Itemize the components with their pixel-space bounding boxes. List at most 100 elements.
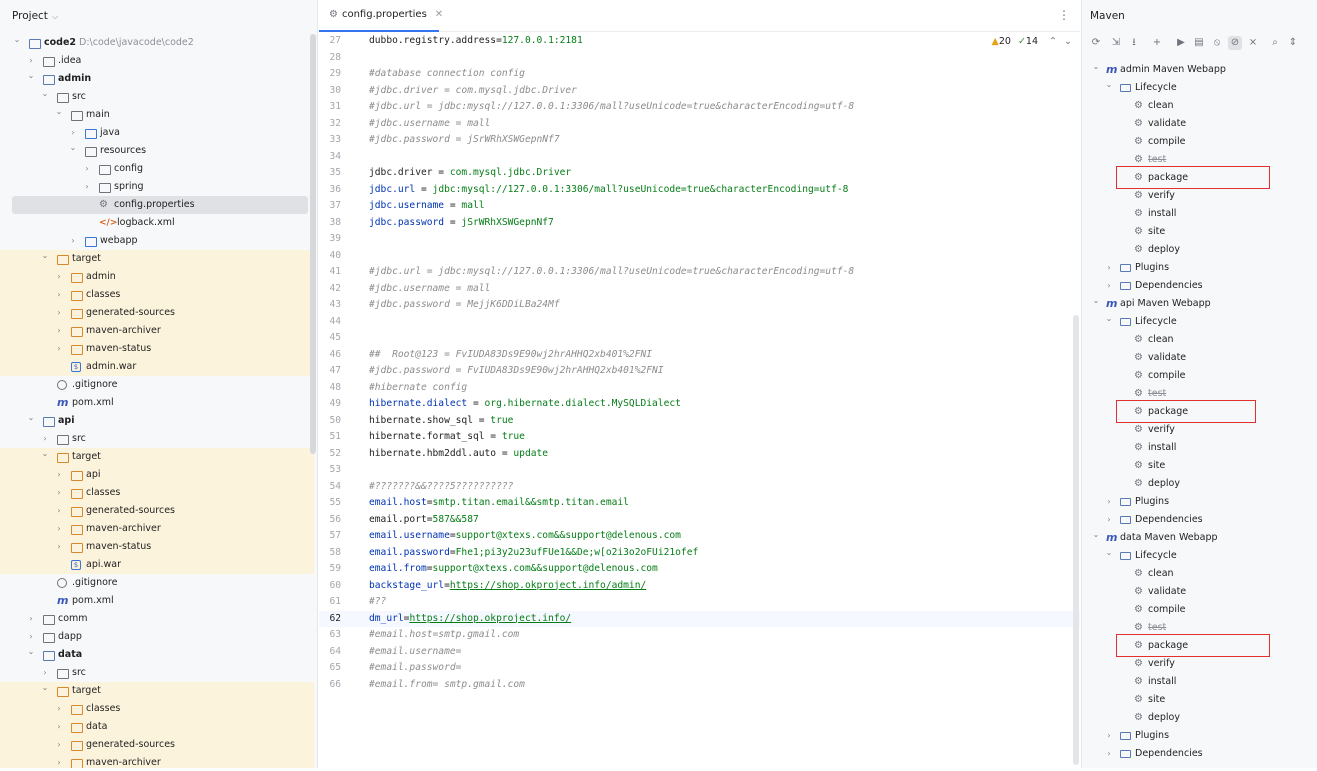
- dependencies-node[interactable]: › Dependencies: [1082, 511, 1317, 529]
- tree-node[interactable]: › admin: [0, 268, 314, 286]
- code-line[interactable]: 29 #database connection config: [319, 66, 1080, 83]
- tree-node[interactable]: ⌄ code2 D:\code\javacode\code2: [0, 34, 314, 52]
- chevron-down-icon[interactable]: ⌄: [1091, 292, 1101, 310]
- plugins-node[interactable]: › Plugins: [1082, 259, 1317, 277]
- chevron-right-icon[interactable]: ›: [54, 754, 64, 768]
- code-line[interactable]: 33 #jdbc.password = jSrWRhXSWGepnNf7: [319, 132, 1080, 149]
- goal-package[interactable]: ⚙ package: [1082, 400, 1317, 423]
- code-line[interactable]: 66 #email.from= smtp.gmail.com: [319, 677, 1080, 694]
- goal-site[interactable]: ⚙ site: [1082, 691, 1317, 709]
- goal-verify[interactable]: ⚙ verify: [1082, 187, 1317, 205]
- code-line[interactable]: 39: [319, 231, 1080, 248]
- code-line[interactable]: 61 #??: [319, 594, 1080, 611]
- expand-icon[interactable]: ⇕: [1286, 36, 1300, 50]
- goal-compile[interactable]: ⚙ compile: [1082, 601, 1317, 619]
- tree-node[interactable]: ⌄ target: [0, 250, 314, 268]
- project-scrollbar[interactable]: [310, 34, 316, 454]
- tree-node[interactable]: › maven-status: [0, 340, 314, 358]
- tree-node[interactable]: .gitignore: [0, 574, 314, 592]
- goal-deploy[interactable]: ⚙ deploy: [1082, 241, 1317, 259]
- chevron-down-icon[interactable]: ⌄: [26, 67, 36, 85]
- lifecycle-node[interactable]: ⌄ Lifecycle: [1082, 313, 1317, 331]
- close-icon[interactable]: ✕: [435, 9, 443, 20]
- tree-node[interactable]: › generated-sources: [0, 304, 314, 322]
- tree-node[interactable]: › maven-archiver: [0, 754, 314, 768]
- chevron-down-icon[interactable]: ⌄: [40, 445, 50, 463]
- chevron-down-icon[interactable]: ⌄: [40, 679, 50, 697]
- tree-node[interactable]: › spring: [0, 178, 314, 196]
- chevron-right-icon[interactable]: ›: [54, 718, 64, 736]
- goal-verify[interactable]: ⚙ verify: [1082, 655, 1317, 673]
- chevron-down-icon[interactable]: ⌄: [26, 643, 36, 661]
- chevron-right-icon[interactable]: ›: [54, 466, 64, 484]
- code-line[interactable]: 64 #email.username=: [319, 644, 1080, 661]
- goal-install[interactable]: ⚙ install: [1082, 439, 1317, 457]
- chevron-right-icon[interactable]: ›: [54, 268, 64, 286]
- maven-project-node[interactable]: ⌄ m api Maven Webapp: [1082, 295, 1317, 313]
- chevron-right-icon[interactable]: ›: [54, 736, 64, 754]
- chevron-down-icon[interactable]: ⌄: [40, 85, 50, 103]
- chevron-down-icon[interactable]: ⌄: [1104, 544, 1114, 562]
- tree-node[interactable]: ⌄ src: [0, 88, 314, 106]
- chevron-right-icon[interactable]: ›: [54, 502, 64, 520]
- tree-node[interactable]: › data: [0, 718, 314, 736]
- code-line[interactable]: 58 email.password=Fhe1;pi3y2u23ufFUe1&&De…: [319, 545, 1080, 562]
- chevron-down-icon[interactable]: ⌵: [52, 12, 58, 21]
- tree-node[interactable]: › .idea: [0, 52, 314, 70]
- code-line[interactable]: 59 email.from=support@xtexs.com&&support@…: [319, 561, 1080, 578]
- chevron-right-icon[interactable]: ›: [54, 484, 64, 502]
- code-line[interactable]: 51 hibernate.format_sql = true: [319, 429, 1080, 446]
- code-token[interactable]: https://shop.okproject.info/admin/: [450, 580, 646, 591]
- goal-verify[interactable]: ⚙ verify: [1082, 421, 1317, 439]
- code-line[interactable]: 35 jdbc.driver = com.mysql.jdbc.Driver: [319, 165, 1080, 182]
- chevron-down-icon[interactable]: ⌄: [1104, 310, 1114, 328]
- goal-compile[interactable]: ⚙ compile: [1082, 367, 1317, 385]
- tree-node[interactable]: › classes: [0, 700, 314, 718]
- code-line[interactable]: 53: [319, 462, 1080, 479]
- goal-deploy[interactable]: ⚙ deploy: [1082, 709, 1317, 727]
- chevron-right-icon[interactable]: ›: [1104, 745, 1114, 763]
- chevron-down-icon[interactable]: ⌄: [68, 139, 78, 157]
- chevron-down-icon[interactable]: ⌄: [1091, 526, 1101, 544]
- goal-site[interactable]: ⚙ site: [1082, 457, 1317, 475]
- code-line[interactable]: 46 ## Root@123 = FvIUDA83Ds9E90wj2hrAHHQ2…: [319, 347, 1080, 364]
- chevron-right-icon[interactable]: ›: [54, 340, 64, 358]
- code-token[interactable]: https://shop.okproject.info/: [409, 613, 571, 624]
- tree-node[interactable]: $ api.war: [0, 556, 314, 574]
- goal-site[interactable]: ⚙ site: [1082, 223, 1317, 241]
- goal-clean[interactable]: ⚙ clean: [1082, 565, 1317, 583]
- chevron-right-icon[interactable]: ›: [1104, 511, 1114, 529]
- project-header[interactable]: Project ⌵: [0, 0, 317, 32]
- code-line[interactable]: 57 email.username=support@xtexs.com&&supp…: [319, 528, 1080, 545]
- dependencies-node[interactable]: › Dependencies: [1082, 277, 1317, 295]
- goal-validate[interactable]: ⚙ validate: [1082, 583, 1317, 601]
- chevron-right-icon[interactable]: ›: [54, 304, 64, 322]
- code-line[interactable]: 37 jdbc.username = mall: [319, 198, 1080, 215]
- code-line[interactable]: 47 #jdbc.password = FvIUDA83Ds9E90wj2hrAH…: [319, 363, 1080, 380]
- tree-node[interactable]: › api: [0, 466, 314, 484]
- code-line[interactable]: 42 #jdbc.username = mall: [319, 281, 1080, 298]
- goal-install[interactable]: ⚙ install: [1082, 205, 1317, 223]
- goal-validate[interactable]: ⚙ validate: [1082, 349, 1317, 367]
- tree-node[interactable]: ⌄ data: [0, 646, 314, 664]
- chevron-right-icon[interactable]: ›: [68, 232, 78, 250]
- code-line[interactable]: 34: [319, 149, 1080, 166]
- code-line[interactable]: 54 #???????&&????5??????????: [319, 479, 1080, 496]
- chevron-down-icon[interactable]: ⌄: [1091, 58, 1101, 76]
- code-line[interactable]: 65 #email.password=: [319, 660, 1080, 677]
- code-line[interactable]: 63 #email.host=smtp.gmail.com: [319, 627, 1080, 644]
- chevron-right-icon[interactable]: ›: [1104, 277, 1114, 295]
- tree-node[interactable]: ⌄ target: [0, 448, 314, 466]
- chevron-right-icon[interactable]: ›: [82, 160, 92, 178]
- toggle-offline-icon[interactable]: ⦸: [1210, 36, 1224, 50]
- tree-node[interactable]: › dapp: [0, 628, 314, 646]
- tree-node[interactable]: › classes: [0, 286, 314, 304]
- code-line[interactable]: 45: [319, 330, 1080, 347]
- download-icon[interactable]: ⭳: [1127, 36, 1141, 50]
- chevron-right-icon[interactable]: ›: [54, 700, 64, 718]
- goal-clean[interactable]: ⚙ clean: [1082, 331, 1317, 349]
- skip-tests-icon[interactable]: ⊘: [1228, 36, 1242, 50]
- code-line[interactable]: 60 backstage_url=https://shop.okproject.i…: [319, 578, 1080, 595]
- code-line[interactable]: 44: [319, 314, 1080, 331]
- tree-node[interactable]: › java: [0, 124, 314, 142]
